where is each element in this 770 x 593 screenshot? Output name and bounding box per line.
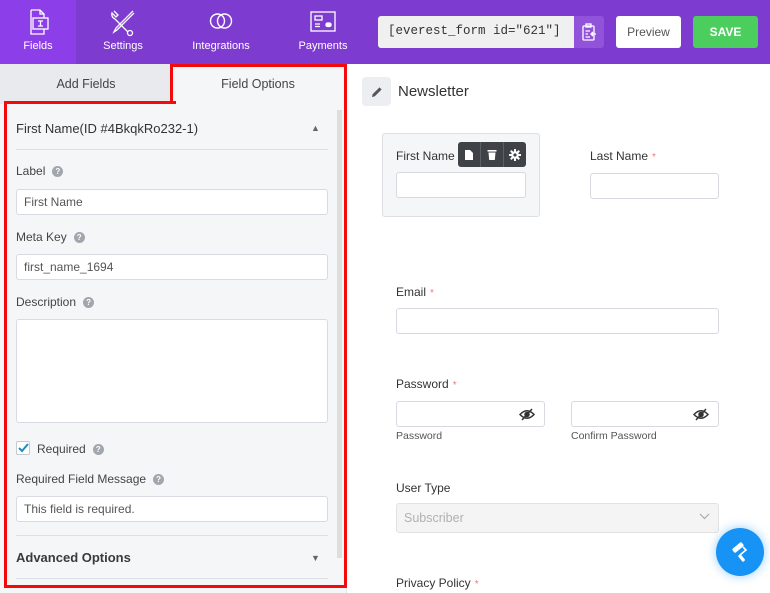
gear-icon xyxy=(509,148,521,161)
email-input[interactable] xyxy=(396,308,719,334)
trash-icon xyxy=(487,149,497,160)
field-section-title: First Name(ID #4BkqkRo232-1) xyxy=(16,121,199,136)
nav-label-fields: Fields xyxy=(23,40,53,52)
save-button[interactable]: SAVE xyxy=(693,16,758,48)
email-text: Email xyxy=(396,285,427,299)
style-customizer-button[interactable] xyxy=(716,528,764,576)
required-label: Required ? xyxy=(37,442,104,456)
eye-slash-icon[interactable] xyxy=(519,408,535,421)
eye-slash-icon[interactable] xyxy=(693,408,709,421)
meta-key-input[interactable]: first_name_1694 xyxy=(16,254,328,280)
form-title[interactable]: Newsletter xyxy=(398,83,469,100)
checkmark-icon xyxy=(17,443,29,453)
duplicate-button[interactable] xyxy=(458,142,481,167)
paint-roller-icon xyxy=(732,542,748,562)
edit-title-button[interactable] xyxy=(362,77,391,106)
preview-button[interactable]: Preview xyxy=(616,16,681,48)
user-type-select[interactable]: Subscriber xyxy=(396,503,719,533)
integrations-rings-icon xyxy=(209,13,233,29)
user-type-text: User Type xyxy=(396,481,451,495)
settings-button[interactable] xyxy=(504,142,526,167)
divider xyxy=(16,578,328,579)
required-text: Required xyxy=(37,442,86,456)
label-text: Label xyxy=(16,164,46,178)
delete-button[interactable] xyxy=(481,142,504,167)
required-checkbox[interactable] xyxy=(16,441,30,455)
tab-add-fields[interactable]: Add Fields xyxy=(0,64,172,104)
advanced-options-header[interactable]: Advanced Options xyxy=(16,550,328,565)
help-icon[interactable]: ? xyxy=(73,231,85,243)
fields-icon xyxy=(30,9,49,35)
field-section-header[interactable]: First Name(ID #4BkqkRo232-1) xyxy=(16,121,328,136)
field-action-toolbar xyxy=(458,142,526,167)
password-label: Password * xyxy=(396,377,457,391)
required-message-text: Required Field Message xyxy=(16,472,147,486)
required-asterisk: * xyxy=(652,152,656,163)
help-icon[interactable]: ? xyxy=(52,165,64,177)
meta-key-text: Meta Key xyxy=(16,230,67,244)
pencil-icon xyxy=(371,86,382,97)
last-name-text: Last Name xyxy=(590,149,649,163)
triangle-down-icon[interactable]: ▼ xyxy=(311,553,320,563)
description-text: Description xyxy=(16,295,77,309)
clipboard-copy-icon xyxy=(582,23,596,41)
copy-shortcode-button[interactable] xyxy=(574,16,604,48)
settings-tools-icon xyxy=(111,10,135,37)
email-label: Email * xyxy=(396,285,434,299)
last-name-input[interactable] xyxy=(590,173,719,199)
top-navigation-bar: Fields Settings Integrations Payments [e… xyxy=(0,0,770,64)
description-label: Description ? xyxy=(16,295,95,309)
user-type-selected: Subscriber xyxy=(404,511,464,525)
password-sublabel: Password xyxy=(396,430,443,442)
nav-tab-fields[interactable]: Fields xyxy=(0,0,76,64)
required-asterisk: * xyxy=(474,579,479,590)
chevron-down-icon xyxy=(699,513,710,520)
duplicate-icon xyxy=(465,149,473,160)
privacy-policy-text: Privacy Policy xyxy=(396,576,471,590)
help-icon[interactable]: ? xyxy=(153,473,165,485)
help-icon[interactable]: ? xyxy=(83,296,95,308)
last-name-label: Last Name * xyxy=(590,149,656,163)
password-text: Password xyxy=(396,377,449,391)
password-input[interactable] xyxy=(396,401,545,427)
divider xyxy=(16,535,328,536)
user-type-label: User Type xyxy=(396,481,450,495)
tab-field-options[interactable]: Field Options xyxy=(172,64,344,104)
nav-label-payments: Payments xyxy=(298,40,348,52)
required-message-label: Required Field Message ? xyxy=(16,472,165,486)
description-textarea[interactable] xyxy=(16,319,328,423)
label-field-label: Label ? xyxy=(16,164,64,178)
meta-key-label: Meta Key ? xyxy=(16,230,85,244)
triangle-up-icon[interactable]: ▲ xyxy=(311,123,320,133)
first-name-label: First Name* xyxy=(396,149,463,163)
first-name-text: First Name xyxy=(396,149,455,163)
advanced-options-title: Advanced Options xyxy=(16,550,131,565)
required-message-input[interactable]: This field is required. xyxy=(16,496,328,522)
help-icon[interactable]: ? xyxy=(92,443,104,455)
shortcode-field[interactable]: [everest_form id="621"] xyxy=(378,16,574,48)
confirm-password-sublabel: Confirm Password xyxy=(571,430,657,442)
required-asterisk: * xyxy=(430,288,434,299)
label-input[interactable]: First Name xyxy=(16,189,328,215)
nav-label-integrations: Integrations xyxy=(192,40,250,52)
nav-tab-integrations[interactable]: Integrations xyxy=(176,0,266,64)
nav-label-settings: Settings xyxy=(103,40,143,52)
nav-tab-payments[interactable]: Payments xyxy=(290,0,356,64)
required-asterisk: * xyxy=(452,380,457,391)
divider xyxy=(16,149,328,150)
panel-scrollbar[interactable] xyxy=(337,110,342,558)
first-name-input[interactable] xyxy=(396,172,526,198)
payments-card-icon xyxy=(310,11,336,32)
privacy-policy-label: Privacy Policy * xyxy=(396,576,479,590)
nav-tab-settings[interactable]: Settings xyxy=(82,0,164,64)
confirm-password-input[interactable] xyxy=(571,401,719,427)
